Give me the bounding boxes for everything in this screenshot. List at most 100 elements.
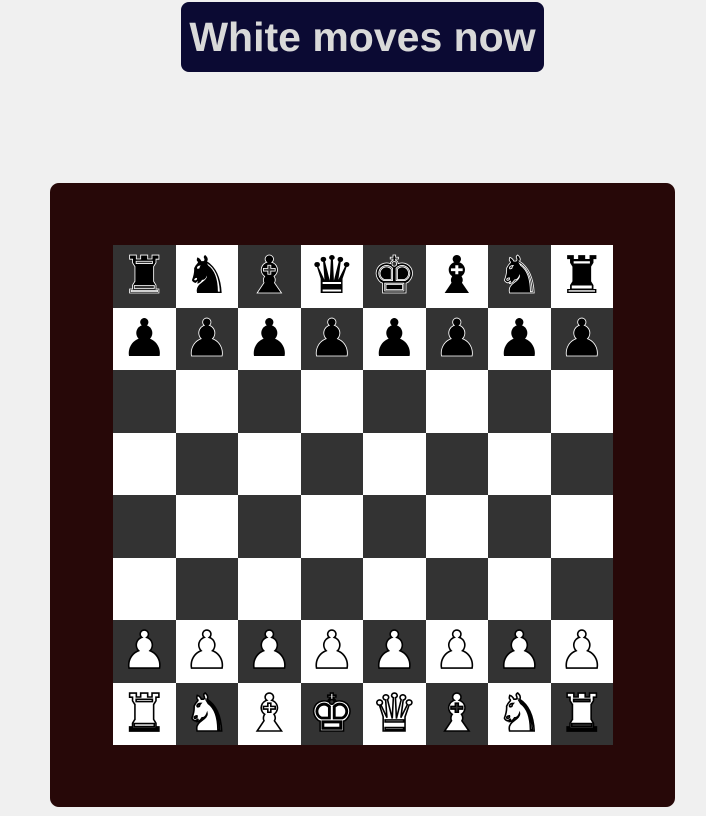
black-knight-icon[interactable]: ♞ [183, 250, 230, 302]
square-h6[interactable] [550, 370, 613, 433]
square-c2[interactable]: ♟ [238, 620, 301, 683]
square-d6[interactable] [300, 370, 363, 433]
white-king-icon[interactable]: ♚ [308, 687, 356, 741]
turn-status-banner: White moves now [181, 2, 544, 72]
square-g8[interactable]: ♞ [488, 245, 551, 308]
black-pawn-icon[interactable]: ♟ [433, 312, 480, 365]
square-e5[interactable] [363, 432, 426, 495]
square-d8[interactable]: ♛ [300, 245, 363, 308]
white-bishop-icon[interactable]: ♝ [245, 687, 293, 741]
black-pawn-icon[interactable]: ♟ [246, 313, 293, 365]
square-g5[interactable] [488, 432, 551, 495]
black-bishop-icon[interactable]: ♝ [246, 250, 293, 303]
square-d3[interactable] [300, 557, 363, 620]
square-g4[interactable] [488, 495, 551, 558]
square-h1[interactable]: ♜ [550, 682, 613, 745]
square-e6[interactable] [363, 370, 426, 433]
white-bishop-icon[interactable]: ♝ [433, 687, 481, 741]
white-pawn-icon[interactable]: ♟ [245, 624, 293, 678]
square-a5[interactable] [113, 432, 176, 495]
black-king-icon[interactable]: ♚ [371, 250, 418, 303]
white-pawn-icon[interactable]: ♟ [558, 624, 606, 678]
white-pawn-icon[interactable]: ♟ [308, 624, 356, 678]
square-d4[interactable] [300, 495, 363, 558]
black-rook-icon[interactable]: ♜ [558, 250, 605, 302]
square-h4[interactable] [550, 495, 613, 558]
white-rook-icon[interactable]: ♜ [120, 687, 168, 741]
square-b7[interactable]: ♟ [175, 307, 238, 370]
square-h7[interactable]: ♟ [550, 307, 613, 370]
square-b3[interactable] [175, 557, 238, 620]
square-f4[interactable] [425, 495, 488, 558]
square-e3[interactable] [363, 557, 426, 620]
square-b4[interactable] [175, 495, 238, 558]
black-queen-icon[interactable]: ♛ [308, 250, 355, 302]
square-b8[interactable]: ♞ [175, 245, 238, 308]
square-a3[interactable] [113, 557, 176, 620]
square-f3[interactable] [425, 557, 488, 620]
square-d5[interactable] [300, 432, 363, 495]
white-queen-icon[interactable]: ♛ [370, 687, 418, 741]
white-knight-icon[interactable]: ♞ [495, 687, 543, 741]
black-pawn-icon[interactable]: ♟ [558, 312, 605, 365]
square-h3[interactable] [550, 557, 613, 620]
square-e1[interactable]: ♛ [363, 682, 426, 745]
black-pawn-icon[interactable]: ♟ [183, 312, 230, 365]
square-b6[interactable] [175, 370, 238, 433]
board-frame: ♜ ♞ ♝ ♛ ♚ ♝ ♞ ♜ ♟ ♟ ♟ ♟ ♟ ♟ ♟ ♟ ♟ ♟ ♟ ♟ ♟ ♟ ♟ ♟ ♜ ♞ ♝ ♚ ♛ ♝ ♞ ♜ [50, 183, 675, 807]
square-g6[interactable] [488, 370, 551, 433]
square-g1[interactable]: ♞ [488, 682, 551, 745]
white-knight-icon[interactable]: ♞ [183, 687, 231, 741]
white-pawn-icon[interactable]: ♟ [120, 624, 168, 678]
square-f2[interactable]: ♟ [425, 620, 488, 683]
square-e4[interactable] [363, 495, 426, 558]
white-pawn-icon[interactable]: ♟ [495, 624, 543, 678]
square-a2[interactable]: ♟ [113, 620, 176, 683]
square-g7[interactable]: ♟ [488, 307, 551, 370]
square-h2[interactable]: ♟ [550, 620, 613, 683]
square-h8[interactable]: ♜ [550, 245, 613, 308]
black-bishop-icon[interactable]: ♝ [433, 250, 480, 302]
square-c4[interactable] [238, 495, 301, 558]
square-a6[interactable] [113, 370, 176, 433]
square-d1[interactable]: ♚ [300, 682, 363, 745]
square-g2[interactable]: ♟ [488, 620, 551, 683]
square-b1[interactable]: ♞ [175, 682, 238, 745]
white-rook-icon[interactable]: ♜ [558, 687, 606, 741]
square-c5[interactable] [238, 432, 301, 495]
square-a7[interactable]: ♟ [113, 307, 176, 370]
square-a8[interactable]: ♜ [113, 245, 176, 308]
square-c1[interactable]: ♝ [238, 682, 301, 745]
chess-page: White moves now ♜ ♞ ♝ ♛ ♚ ♝ ♞ ♜ ♟ ♟ ♟ ♟ ♟ ♟ ♟ ♟ ♟ ♟ ♟ ♟ ♟ ♟ ♟ ♟… [0, 0, 706, 816]
black-pawn-icon[interactable]: ♟ [121, 313, 168, 365]
square-g3[interactable] [488, 557, 551, 620]
square-b2[interactable]: ♟ [175, 620, 238, 683]
square-c8[interactable]: ♝ [238, 245, 301, 308]
square-f6[interactable] [425, 370, 488, 433]
square-a4[interactable] [113, 495, 176, 558]
white-pawn-icon[interactable]: ♟ [183, 624, 231, 678]
square-c6[interactable] [238, 370, 301, 433]
black-rook-icon[interactable]: ♜ [121, 250, 168, 303]
square-b5[interactable] [175, 432, 238, 495]
square-d2[interactable]: ♟ [300, 620, 363, 683]
square-e7[interactable]: ♟ [363, 307, 426, 370]
square-c3[interactable] [238, 557, 301, 620]
square-c7[interactable]: ♟ [238, 307, 301, 370]
square-f8[interactable]: ♝ [425, 245, 488, 308]
square-f1[interactable]: ♝ [425, 682, 488, 745]
square-d7[interactable]: ♟ [300, 307, 363, 370]
square-f5[interactable] [425, 432, 488, 495]
square-h5[interactable] [550, 432, 613, 495]
chess-board[interactable]: ♜ ♞ ♝ ♛ ♚ ♝ ♞ ♜ ♟ ♟ ♟ ♟ ♟ ♟ ♟ ♟ ♟ ♟ ♟ ♟ ♟ ♟ ♟ ♟ ♜ ♞ ♝ ♚ ♛ ♝ ♞ ♜ [113, 245, 613, 745]
black-knight-icon[interactable]: ♞ [496, 250, 543, 303]
square-e2[interactable]: ♟ [363, 620, 426, 683]
black-pawn-icon[interactable]: ♟ [496, 313, 543, 365]
black-pawn-icon[interactable]: ♟ [371, 313, 418, 365]
square-e8[interactable]: ♚ [363, 245, 426, 308]
white-pawn-icon[interactable]: ♟ [433, 624, 481, 678]
white-pawn-icon[interactable]: ♟ [370, 624, 418, 678]
black-pawn-icon[interactable]: ♟ [308, 312, 355, 365]
square-f7[interactable]: ♟ [425, 307, 488, 370]
square-a1[interactable]: ♜ [113, 682, 176, 745]
